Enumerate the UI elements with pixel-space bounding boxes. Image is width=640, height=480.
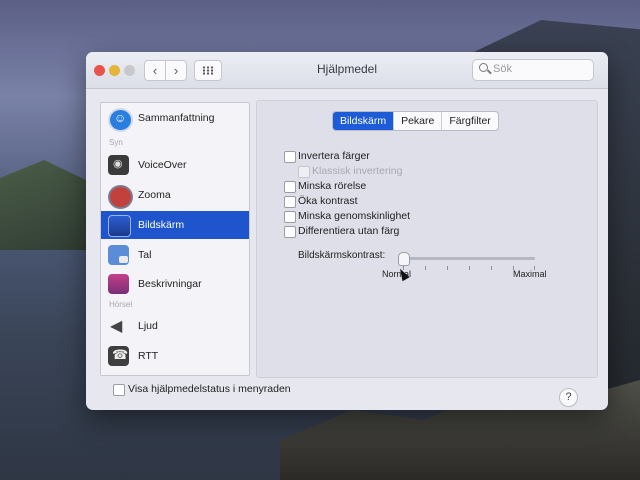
search-field[interactable]: Sök — [472, 59, 594, 81]
differentiate-without-color-checkbox[interactable] — [284, 226, 296, 238]
sidebar-item-label: Ljud — [138, 320, 158, 332]
accessibility-icon — [108, 108, 133, 132]
sidebar-item-zooma[interactable]: Zooma — [101, 181, 249, 209]
sidebar-item-sammanfattning[interactable]: Sammanfattning — [101, 104, 249, 132]
sidebar-item-bildskarm[interactable]: Bildskärm — [101, 211, 249, 239]
help-button[interactable]: ? — [559, 388, 578, 407]
contrast-slider-track[interactable] — [402, 257, 535, 260]
classic-invert-checkbox — [298, 166, 310, 178]
slider-tick — [425, 266, 426, 270]
sidebar-item-voiceover[interactable]: VoiceOver — [101, 151, 249, 179]
sidebar-item-label: Zooma — [138, 189, 171, 201]
search-placeholder: Sök — [493, 63, 512, 75]
descriptions-icon — [108, 274, 129, 294]
tab-bildskarm[interactable]: Bildskärm — [333, 112, 395, 130]
slider-tick — [491, 266, 492, 270]
show-status-checkbox[interactable] — [113, 384, 125, 396]
reduce-motion-checkbox[interactable] — [284, 181, 296, 193]
tab-bar: Bildskärm Pekare Färgfilter — [332, 111, 499, 131]
zoom-icon — [108, 185, 133, 209]
tab-pekare[interactable]: Pekare — [394, 112, 443, 130]
sidebar-item-tal[interactable]: Tal — [101, 241, 249, 269]
sidebar-group-syn: Syn — [109, 138, 123, 147]
speech-icon — [108, 245, 129, 265]
sidebar-item-beskrivningar[interactable]: Beskrivningar — [101, 270, 249, 298]
rtt-icon — [108, 346, 129, 366]
contrast-slider-thumb[interactable] — [398, 252, 410, 266]
invert-colors-checkbox[interactable] — [284, 151, 296, 163]
sidebar-item-label: RTT — [138, 350, 159, 362]
show-status-label: Visa hjälpmedelstatus i menyraden — [128, 383, 291, 395]
display-icon — [108, 215, 131, 237]
preferences-window: ‹ › Hjälpmedel Sök Sammanfattning Syn Vo… — [86, 52, 608, 410]
title-bar: ‹ › Hjälpmedel Sök — [86, 52, 608, 89]
reduce-transparency-checkbox[interactable] — [284, 211, 296, 223]
invert-colors-label: Invertera färger — [298, 150, 370, 162]
search-icon — [479, 63, 488, 72]
sidebar-item-label: Bildskärm — [138, 219, 185, 231]
classic-invert-label: Klassisk invertering — [312, 165, 403, 177]
sidebar-item-label: Beskrivningar — [138, 278, 202, 290]
contrast-label: Bildskärmskontrast: — [298, 250, 386, 261]
sidebar-item-ljud[interactable]: Ljud — [101, 312, 249, 340]
voiceover-icon — [108, 155, 129, 175]
slider-tick — [469, 266, 470, 270]
display-settings-panel: Bildskärm Pekare Färgfilter Invertera fä… — [256, 100, 598, 378]
slider-tick — [447, 266, 448, 270]
sidebar-item-label: Tal — [138, 249, 152, 261]
reduce-transparency-label: Minska genomskinlighet — [298, 210, 411, 222]
sidebar-item-label: VoiceOver — [138, 159, 187, 171]
sidebar: Sammanfattning Syn VoiceOver Zooma Bilds… — [100, 102, 250, 376]
increase-contrast-checkbox[interactable] — [284, 196, 296, 208]
increase-contrast-label: Öka kontrast — [298, 195, 358, 207]
sidebar-item-rtt[interactable]: RTT — [101, 342, 249, 370]
sidebar-group-horsel: Hörsel — [109, 300, 133, 309]
speaker-icon — [108, 316, 129, 336]
differentiate-without-color-label: Differentiera utan färg — [298, 225, 400, 237]
reduce-motion-label: Minska rörelse — [298, 180, 367, 192]
contrast-max-label: Maximal — [513, 269, 547, 279]
tab-fargfilter[interactable]: Färgfilter — [442, 112, 497, 130]
sidebar-item-label: Sammanfattning — [138, 112, 215, 124]
